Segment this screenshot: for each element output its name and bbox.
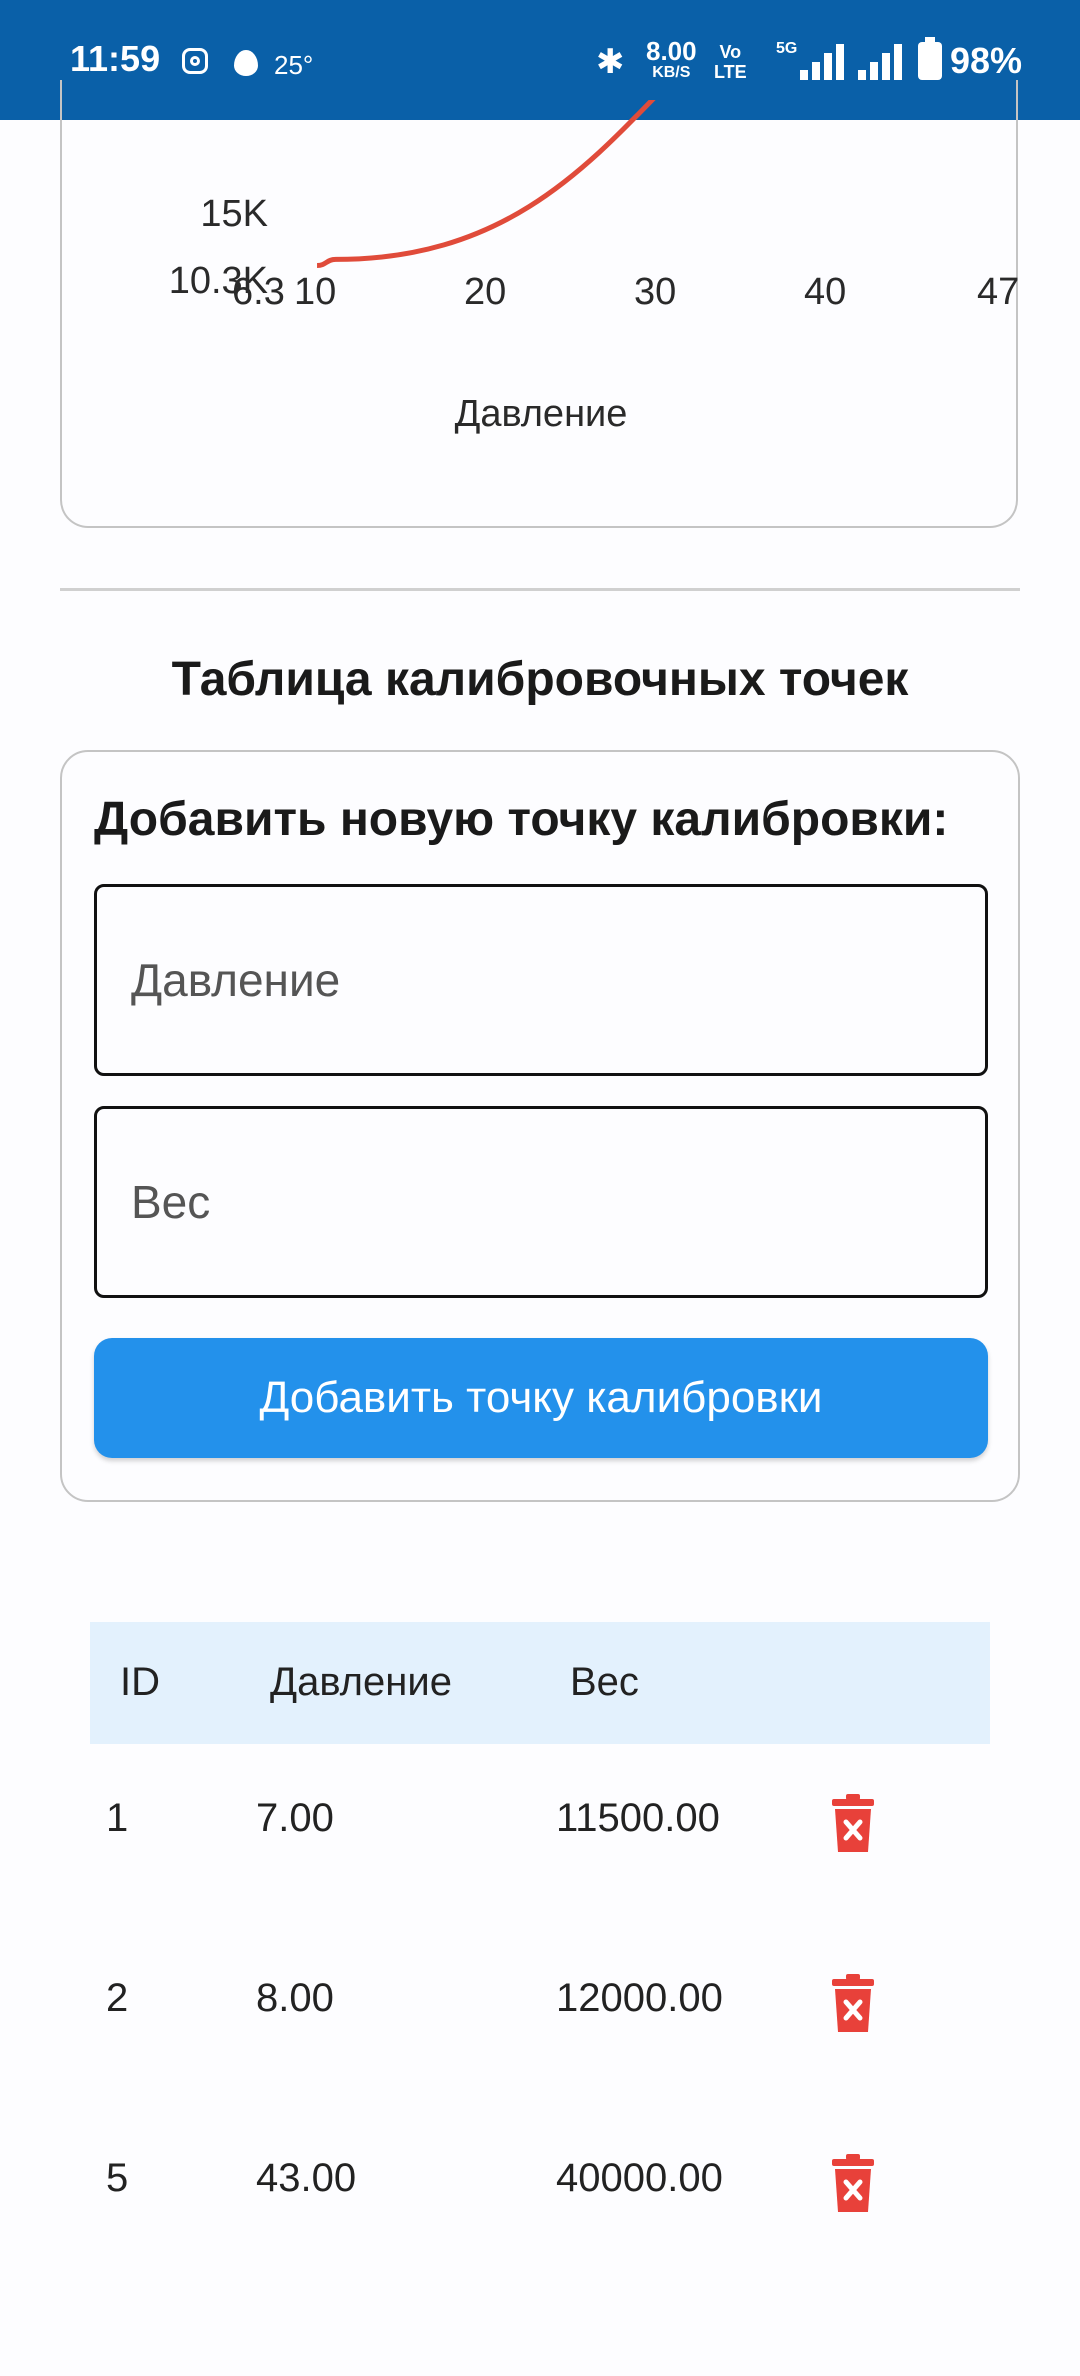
table-row: 1 7.00 11500.00 [90, 1744, 990, 1924]
battery-percent: 98% [950, 40, 1023, 81]
instagram-icon [182, 48, 208, 74]
header-id: ID [120, 1660, 160, 1704]
add-point-button[interactable]: Добавить точку калибровки [94, 1338, 988, 1458]
cell-id: 5 [106, 2156, 129, 2200]
network-speed: 8.00 KB/S [646, 38, 697, 84]
cell-weight: 11500.00 [556, 1796, 720, 1840]
volte-indicator: Vo LTE [714, 42, 747, 82]
cell-pressure: 8.00 [256, 1976, 334, 2020]
network-type: 5G [776, 40, 798, 57]
weight-input[interactable]: Вес [94, 1106, 988, 1298]
volte-bottom: LTE [714, 62, 747, 82]
calibration-chart: 15K10.3K6.31020304047.3Давление [169, 100, 1020, 435]
table-row: 5 43.00 40000.00 [90, 2104, 990, 2284]
x-tick-label: 40 [804, 271, 846, 313]
trash-icon[interactable] [832, 1974, 874, 2032]
weather-drop-icon [234, 50, 258, 76]
cell-id: 2 [106, 1976, 129, 2020]
signal-icon-1 [800, 44, 844, 80]
table-row: 2 8.00 12000.00 [90, 1924, 990, 2104]
x-tick-label: 10 [294, 271, 336, 313]
bluetooth-icon: ✱ [596, 43, 625, 81]
cell-pressure: 43.00 [256, 2156, 357, 2200]
cell-id: 1 [106, 1796, 129, 1840]
trash-icon[interactable] [832, 2154, 874, 2212]
x-tick-label: 47.3 [977, 271, 1020, 313]
signal-icon-2 [858, 44, 902, 80]
form-heading: Добавить новую точку калибровки: [94, 793, 949, 846]
header-pressure: Давление [270, 1660, 452, 1704]
series-line [316, 100, 656, 268]
cell-pressure: 7.00 [256, 1796, 334, 1840]
section-title: Таблица калибровочных точек [171, 653, 909, 706]
cell-weight: 12000.00 [556, 1976, 723, 2020]
add-point-form: Добавить новую точку калибровки: Давлени… [60, 750, 1020, 1502]
y-tick-label: 15K [200, 193, 268, 235]
chart-card: 15K10.3K6.31020304047.3Давление [60, 80, 1020, 528]
x-tick-label: 20 [464, 271, 506, 313]
x-tick-label: 30 [634, 271, 676, 313]
status-time: 11:59 [70, 38, 161, 79]
x-axis-label: Давление [455, 393, 628, 435]
pressure-input[interactable]: Давление [94, 884, 988, 1076]
x-tick-label: 6.3 [232, 271, 285, 313]
status-temperature: 25° [274, 50, 314, 80]
battery-icon [918, 37, 942, 80]
header-weight: Вес [570, 1660, 639, 1704]
table-header: ID Давление Вес [90, 1622, 990, 1744]
trash-icon[interactable] [832, 1794, 874, 1852]
divider [60, 588, 1020, 591]
volte-top: Vo [719, 42, 742, 62]
cell-weight: 40000.00 [556, 2156, 723, 2200]
